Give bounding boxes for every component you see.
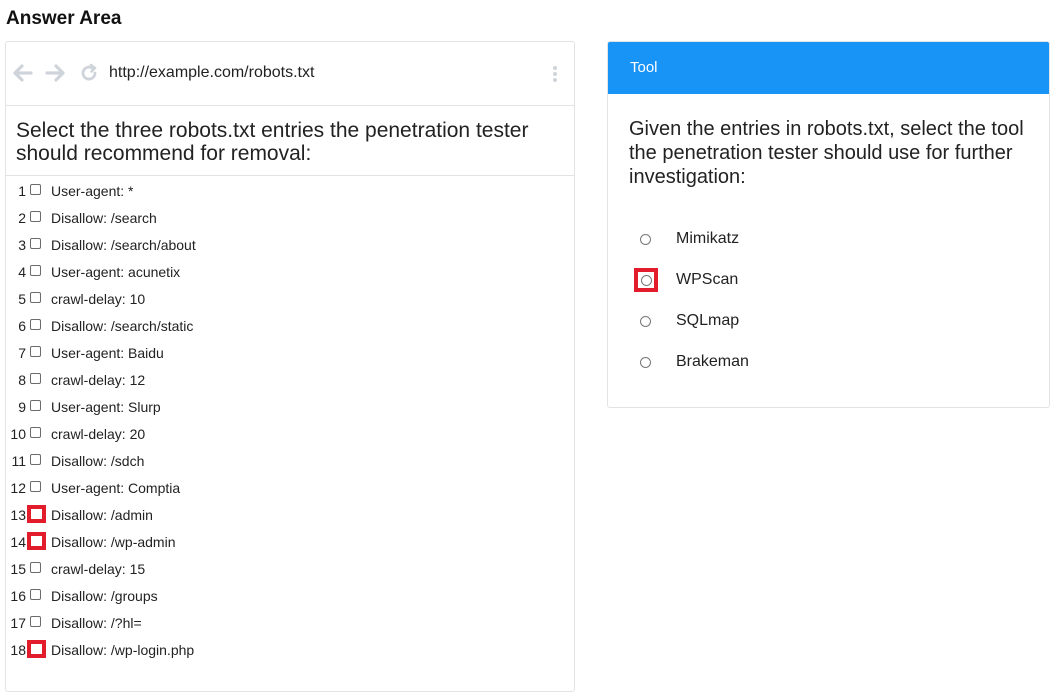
- entry-checkbox[interactable]: [30, 562, 41, 573]
- robots-entry-row[interactable]: 15 crawl-delay: 15: [6, 559, 574, 579]
- robots-entry-row[interactable]: 5 crawl-delay: 10: [6, 289, 574, 309]
- entry-text: Disallow: /search/about: [51, 237, 196, 253]
- tool-option-label: WPScan: [676, 271, 739, 288]
- tool-option-label: Mimikatz: [676, 230, 740, 247]
- entry-line-number: 7: [18, 345, 26, 361]
- arrow-right-icon[interactable]: [44, 62, 66, 84]
- entry-checkbox[interactable]: [30, 292, 41, 303]
- tool-option[interactable]: WPScan: [608, 268, 1049, 295]
- radio-button-selected[interactable]: [634, 268, 658, 292]
- address-bar: http://example.com/robots.txt: [6, 42, 574, 106]
- entry-text: Disallow: /wp-admin: [51, 534, 176, 550]
- entry-text: Disallow: /search/static: [51, 318, 194, 334]
- entry-checkbox[interactable]: [27, 640, 46, 658]
- robots-entry-row[interactable]: 1 User-agent: *: [6, 181, 574, 201]
- entry-checkbox[interactable]: [30, 454, 41, 465]
- entry-line-number: 4: [18, 264, 26, 280]
- entry-line-number: 14: [10, 534, 26, 550]
- robots-entry-row[interactable]: 2 Disallow: /search: [6, 208, 574, 228]
- robots-entry-row[interactable]: 14 Disallow: /wp-admin: [6, 532, 574, 552]
- robots-entry-row[interactable]: 9 User-agent: Slurp: [6, 397, 574, 417]
- entry-line-number: 6: [18, 318, 26, 334]
- entry-text: Disallow: /?hl=: [51, 615, 142, 631]
- entry-line-number: 18: [10, 642, 26, 658]
- entry-text: Disallow: /admin: [51, 507, 153, 523]
- entry-checkbox[interactable]: [30, 427, 41, 438]
- robots-entry-row[interactable]: 11 Disallow: /sdch: [6, 451, 574, 471]
- entry-line-number: 3: [18, 237, 26, 253]
- entry-text: User-agent: Comptia: [51, 480, 181, 496]
- robots-entry-row[interactable]: 10 crawl-delay: 20: [6, 424, 574, 444]
- entry-line-number: 2: [18, 210, 26, 226]
- tool-question: Given the entries in robots.txt, select …: [629, 118, 1024, 188]
- robots-entry-row[interactable]: 6 Disallow: /search/static: [6, 316, 574, 336]
- entry-text: Disallow: /search: [51, 210, 157, 226]
- entry-checkbox[interactable]: [30, 211, 41, 222]
- entry-text: Disallow: /groups: [51, 588, 158, 604]
- tool-option[interactable]: Mimikatz: [608, 230, 1049, 254]
- entry-checkbox[interactable]: [30, 589, 41, 600]
- entry-text: crawl-delay: 20: [51, 426, 146, 442]
- entry-text: crawl-delay: 12: [51, 372, 146, 388]
- radio-button[interactable]: [640, 234, 651, 245]
- robots-entry-row[interactable]: 16 Disallow: /groups: [6, 586, 574, 606]
- entry-checkbox[interactable]: [30, 319, 41, 330]
- entry-text: User-agent: acunetix: [51, 264, 181, 280]
- entry-line-number: 8: [18, 372, 26, 388]
- robots-entry-row[interactable]: 13 Disallow: /admin: [6, 505, 574, 525]
- robots-entry-row[interactable]: 3 Disallow: /search/about: [6, 235, 574, 255]
- robots-entry-row[interactable]: 17 Disallow: /?hl=: [6, 613, 574, 633]
- entry-checkbox[interactable]: [27, 505, 46, 523]
- entry-text: User-agent: Slurp: [51, 399, 161, 415]
- robots-entry-row[interactable]: 7 User-agent: Baidu: [6, 343, 574, 363]
- browser-window: http://example.com/robots.txt Select the…: [5, 41, 575, 692]
- entry-checkbox[interactable]: [27, 532, 46, 550]
- tool-panel-header: Tool: [608, 42, 1049, 94]
- entry-line-number: 12: [10, 480, 26, 496]
- robots-instructions: Select the three robots.txt entries the …: [6, 106, 574, 176]
- entry-line-number: 11: [11, 453, 26, 469]
- radio-button[interactable]: [640, 357, 651, 368]
- entry-text: User-agent: *: [51, 183, 134, 199]
- entry-line-number: 10: [10, 426, 26, 442]
- entry-checkbox[interactable]: [30, 184, 41, 195]
- radio-button[interactable]: [640, 316, 651, 327]
- entry-text: crawl-delay: 10: [51, 291, 146, 307]
- entry-checkbox[interactable]: [30, 481, 41, 492]
- tool-option[interactable]: Brakeman: [608, 353, 1049, 377]
- kebab-menu-icon[interactable]: [552, 64, 558, 84]
- page-title: Answer Area: [6, 8, 122, 29]
- entry-text: User-agent: Baidu: [51, 345, 164, 361]
- entry-line-number: 9: [18, 399, 26, 415]
- robots-entry-row[interactable]: 18 Disallow: /wp-login.php: [6, 640, 574, 660]
- entry-checkbox[interactable]: [30, 238, 41, 249]
- robots-entry-row[interactable]: 4 User-agent: acunetix: [6, 262, 574, 282]
- entry-text: Disallow: /wp-login.php: [51, 642, 195, 658]
- radio-circle: [640, 274, 652, 286]
- tool-option[interactable]: SQLmap: [608, 312, 1049, 336]
- arrow-left-icon[interactable]: [12, 62, 34, 84]
- entry-text: crawl-delay: 15: [51, 561, 146, 577]
- tool-option-label: SQLmap: [676, 312, 740, 329]
- entry-checkbox[interactable]: [30, 616, 41, 627]
- entry-line-number: 16: [10, 588, 26, 604]
- entry-text: Disallow: /sdch: [51, 453, 145, 469]
- entry-line-number: 1: [18, 183, 26, 199]
- refresh-icon[interactable]: [78, 62, 100, 84]
- entry-line-number: 15: [10, 561, 26, 577]
- entry-checkbox[interactable]: [30, 373, 41, 384]
- entry-checkbox[interactable]: [30, 346, 41, 357]
- entry-checkbox[interactable]: [30, 265, 41, 276]
- robots-entry-row[interactable]: 12 User-agent: Comptia: [6, 478, 574, 498]
- url-field[interactable]: http://example.com/robots.txt: [109, 64, 314, 82]
- entry-checkbox[interactable]: [30, 400, 41, 411]
- entry-line-number: 13: [10, 507, 26, 523]
- entry-line-number: 5: [18, 291, 26, 307]
- entry-line-number: 17: [10, 615, 26, 631]
- robots-entry-row[interactable]: 8 crawl-delay: 12: [6, 370, 574, 390]
- tool-panel: Tool Given the entries in robots.txt, se…: [607, 41, 1050, 408]
- tool-option-label: Brakeman: [676, 353, 749, 370]
